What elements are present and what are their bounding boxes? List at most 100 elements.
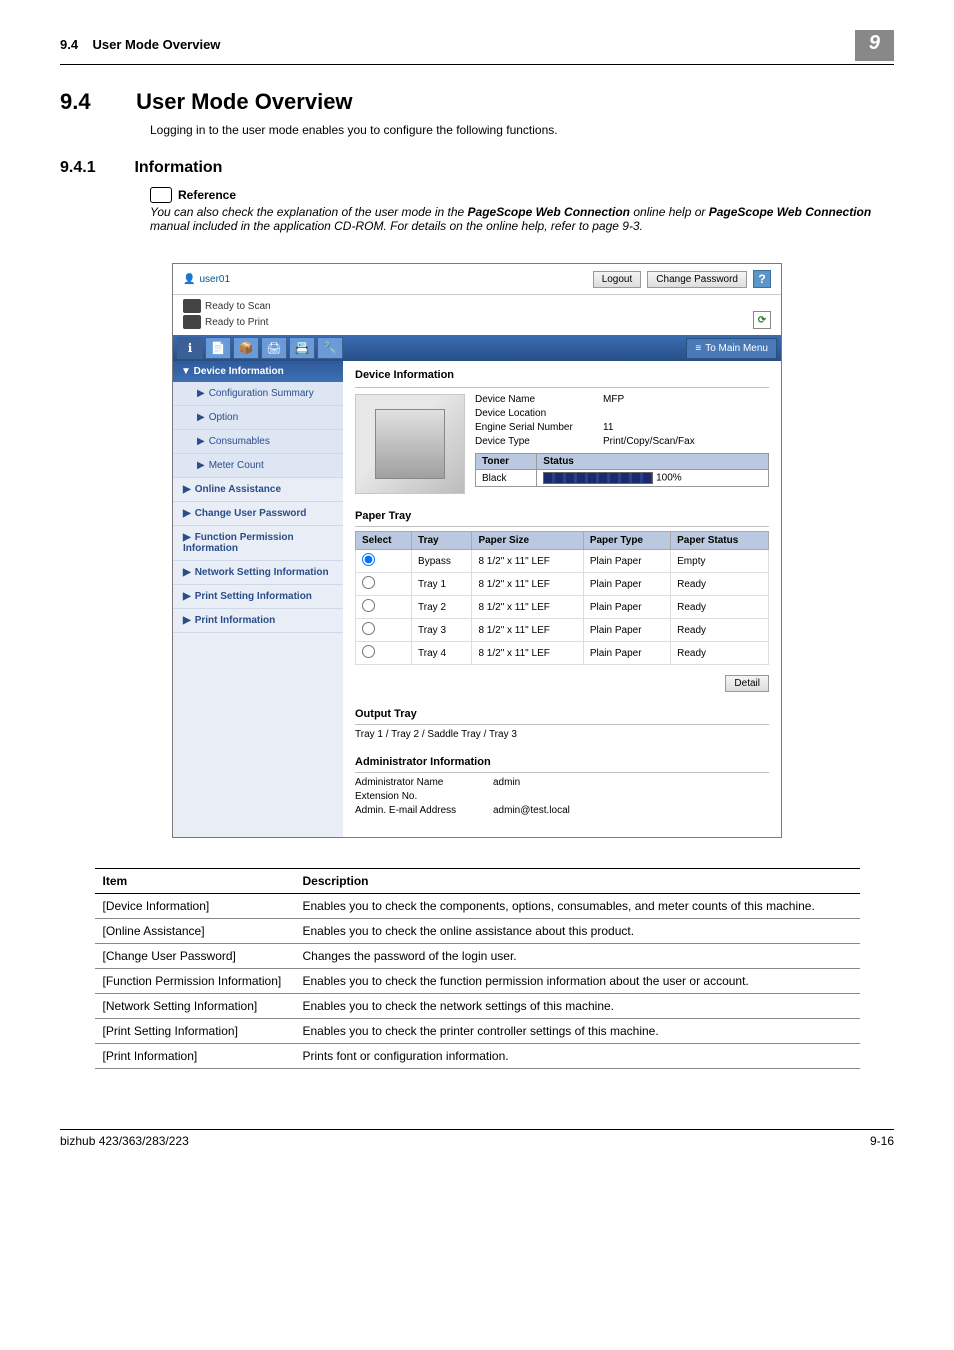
tray-select-radio[interactable] <box>362 622 375 635</box>
desc-text: Enables you to check the printer control… <box>295 1019 860 1044</box>
output-tray-heading: Output Tray <box>355 704 769 725</box>
tray-type: Plain Paper <box>583 619 670 642</box>
tray-status: Ready <box>671 596 769 619</box>
admin-ext-label: Extension No. <box>355 791 485 802</box>
sidebar-item-function-permission[interactable]: ▶Function Permission Information <box>173 526 343 561</box>
tray-select-radio[interactable] <box>362 599 375 612</box>
sidebar-item-change-user-password[interactable]: ▶Change User Password <box>173 502 343 526</box>
sidebar-item-online-assistance[interactable]: ▶Online Assistance <box>173 478 343 502</box>
paper-h-select: Select <box>356 532 412 550</box>
desc-item: [Network Setting Information] <box>95 994 295 1019</box>
device-information-heading: Device Information <box>355 369 769 388</box>
device-name-value: MFP <box>603 394 624 405</box>
desc-text: Enables you to check the network setting… <box>295 994 860 1019</box>
scanner-status-icon <box>183 299 201 313</box>
toner-black-label: Black <box>476 470 537 487</box>
tab-print-icon[interactable]: 🖨 <box>261 337 287 359</box>
paper-h-tray: Tray <box>412 532 472 550</box>
tray-size: 8 1/2" x 11" LEF <box>472 619 583 642</box>
subsection-title: 9.4.1 Information <box>60 159 894 177</box>
tray-name: Tray 3 <box>412 619 472 642</box>
tab-box-icon[interactable]: 📦 <box>233 337 259 359</box>
desc-item: [Change User Password] <box>95 944 295 969</box>
table-row: [Function Permission Information]Enables… <box>95 969 860 994</box>
table-row: [Device Information]Enables you to check… <box>95 894 860 919</box>
tray-type: Plain Paper <box>583 550 670 573</box>
sidebar-item-network-setting[interactable]: ▶Network Setting Information <box>173 561 343 585</box>
tray-status: Ready <box>671 619 769 642</box>
footer-model: bizhub 423/363/283/223 <box>60 1134 189 1148</box>
desc-item: [Print Information] <box>95 1044 295 1069</box>
sidebar-item-consumables[interactable]: ▶Consumables <box>173 430 343 454</box>
sidebar-item-option[interactable]: ▶Option <box>173 406 343 430</box>
chapter-badge: 9 <box>855 30 894 61</box>
device-type-label: Device Type <box>475 436 595 447</box>
sidebar-item-print-setting[interactable]: ▶Print Setting Information <box>173 585 343 609</box>
admin-name-label: Administrator Name <box>355 777 485 788</box>
desc-item: [Device Information] <box>95 894 295 919</box>
to-main-menu-button[interactable]: ≡ To Main Menu <box>686 338 777 359</box>
reference-text: You can also check the explanation of th… <box>150 205 894 233</box>
desc-item: [Function Permission Information] <box>95 969 295 994</box>
engine-serial-value: 11 <box>603 422 613 433</box>
tray-status: Ready <box>671 573 769 596</box>
table-row: Bypass8 1/2" x 11" LEFPlain PaperEmpty <box>356 550 769 573</box>
description-table: Item Description [Device Information]Ena… <box>95 868 860 1069</box>
paper-tray-heading: Paper Tray <box>355 506 769 527</box>
reference-label: Reference <box>178 188 236 202</box>
subsection-heading-text: Information <box>134 159 222 176</box>
desc-item: [Online Assistance] <box>95 919 295 944</box>
change-password-button[interactable]: Change Password <box>647 271 747 288</box>
help-icon[interactable]: ? <box>753 270 771 288</box>
sidebar-item-print-information[interactable]: ▶Print Information <box>173 609 343 633</box>
status-scan: Ready to Scan <box>205 301 271 312</box>
device-image <box>355 394 465 494</box>
logout-button[interactable]: Logout <box>593 271 642 288</box>
desc-text: Changes the password of the login user. <box>295 944 860 969</box>
sidebar-item-config-summary[interactable]: ▶Configuration Summary <box>173 382 343 406</box>
table-row: [Change User Password]Changes the passwo… <box>95 944 860 969</box>
detail-button[interactable]: Detail <box>725 675 769 692</box>
tab-info-icon[interactable]: ℹ <box>177 337 203 359</box>
refresh-icon[interactable]: ⟳ <box>753 311 771 329</box>
reference-block: Reference You can also check the explana… <box>150 187 894 233</box>
tray-size: 8 1/2" x 11" LEF <box>472 596 583 619</box>
table-row: [Network Setting Information]Enables you… <box>95 994 860 1019</box>
tray-name: Bypass <box>412 550 472 573</box>
status-print: Ready to Print <box>205 317 268 328</box>
tray-size: 8 1/2" x 11" LEF <box>472 642 583 665</box>
paper-h-status: Paper Status <box>671 532 769 550</box>
tab-address-icon[interactable]: 📇 <box>289 337 315 359</box>
toner-bar <box>543 472 653 484</box>
menu-icon: ≡ <box>695 343 701 354</box>
printer-status-icon <box>183 315 201 329</box>
admin-info-heading: Administrator Information <box>355 752 769 773</box>
page-footer: bizhub 423/363/283/223 9-16 <box>60 1129 894 1148</box>
tray-select-radio[interactable] <box>362 553 375 566</box>
sidebar-item-meter-count[interactable]: ▶Meter Count <box>173 454 343 478</box>
desc-text: Enables you to check the function permis… <box>295 969 860 994</box>
desc-h-desc: Description <box>295 869 860 894</box>
paper-h-size: Paper Size <box>472 532 583 550</box>
table-row: [Print Information]Prints font or config… <box>95 1044 860 1069</box>
table-row: Tray 48 1/2" x 11" LEFPlain PaperReady <box>356 642 769 665</box>
section-number: 9.4 <box>60 89 130 115</box>
paper-h-type: Paper Type <box>583 532 670 550</box>
tab-job-icon[interactable]: 📄 <box>205 337 231 359</box>
toner-percent: 100% <box>656 473 682 484</box>
device-type-value: Print/Copy/Scan/Fax <box>603 436 695 447</box>
tray-select-radio[interactable] <box>362 576 375 589</box>
tray-select-radio[interactable] <box>362 645 375 658</box>
desc-text: Enables you to check the components, opt… <box>295 894 860 919</box>
sidebar: ▼ Device Information ▶Configuration Summ… <box>173 361 343 837</box>
tray-type: Plain Paper <box>583 573 670 596</box>
section-title: 9.4 User Mode Overview <box>60 89 894 115</box>
user-icon: 👤 <box>183 274 195 285</box>
paper-tray-table: Select Tray Paper Size Paper Type Paper … <box>355 531 769 665</box>
sidebar-device-information[interactable]: ▼ Device Information <box>173 361 343 382</box>
tray-name: Tray 1 <box>412 573 472 596</box>
section-heading-text: User Mode Overview <box>136 89 352 114</box>
engine-serial-label: Engine Serial Number <box>475 422 595 433</box>
tab-settings-icon[interactable]: 🔧 <box>317 337 343 359</box>
toner-status-header: Status <box>537 454 769 470</box>
